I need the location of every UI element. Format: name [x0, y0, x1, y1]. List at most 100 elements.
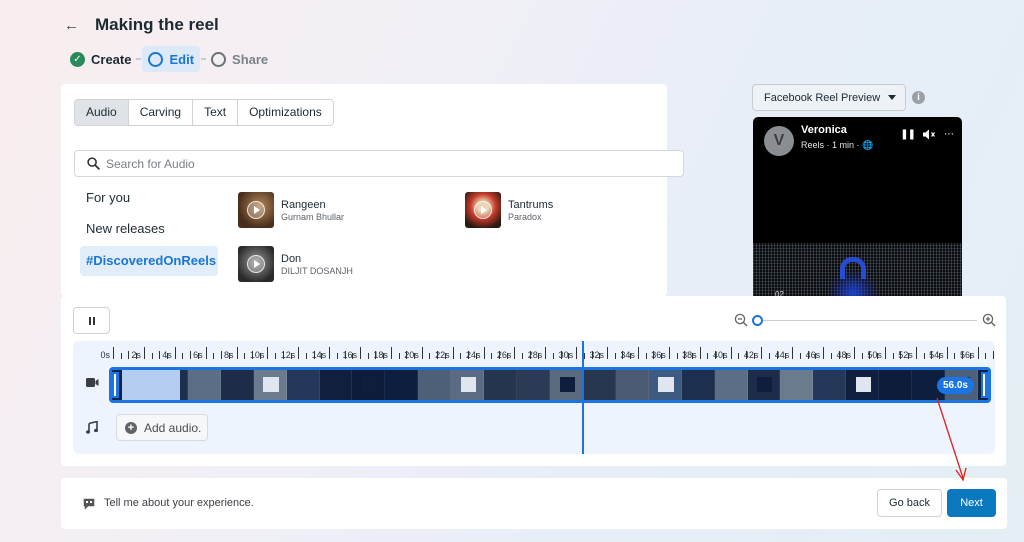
audio-search-box[interactable]	[74, 150, 684, 177]
preview-controls: ❚❚ ⋯	[900, 129, 954, 140]
ruler-tick	[977, 347, 979, 359]
ruler-tick	[398, 353, 400, 359]
category-discovered-on-reels[interactable]: #DiscoveredOnReels	[80, 246, 218, 276]
playhead[interactable]	[582, 341, 585, 454]
check-circle-icon: ✓	[70, 51, 85, 67]
editor-tabs: Audio Carving Text Optimizations	[74, 99, 334, 126]
ruler-tick	[360, 347, 362, 359]
ruler-tick	[128, 351, 130, 359]
lock-graphic	[840, 257, 866, 279]
clip-frame	[187, 370, 221, 400]
zoom-slider-handle[interactable]	[752, 315, 763, 326]
ruler-label: 10s	[249, 350, 265, 360]
ruler-tick	[244, 353, 246, 359]
ruler-tick	[367, 353, 369, 359]
go-back-button[interactable]: Go back	[877, 489, 942, 517]
zoom-in-icon[interactable]	[982, 313, 996, 327]
track-item[interactable]: Rangeen Gurnam Bhullar	[238, 192, 344, 228]
ruler-tick	[699, 347, 701, 359]
zoom-out-icon[interactable]	[734, 313, 748, 327]
ruler-label: 42s	[743, 350, 759, 360]
ruler-label: 36s	[651, 350, 666, 360]
step-label: Create	[91, 51, 132, 67]
ruler-label: 54s	[929, 350, 944, 360]
step-create[interactable]: ✓ Create	[66, 46, 135, 72]
ruler-tick	[923, 353, 925, 359]
add-audio-label: Add audio.	[144, 420, 202, 435]
ruler-label: 12s	[280, 350, 296, 360]
timeline-track-area: 0s 2s 4s 6s 8s 10s 12s 14s 16s 18s 20s 22s 24s 26s 28s…	[73, 341, 995, 454]
ruler-tick	[800, 353, 802, 359]
frame-text-card	[658, 376, 674, 392]
trim-handle-right[interactable]	[981, 372, 988, 398]
ruler-label: 30s	[558, 350, 574, 360]
clip-frame	[714, 370, 748, 400]
post-meta: Reels · 1 min · 🌐	[801, 140, 874, 150]
tab-optimizations[interactable]: Optimizations	[238, 100, 333, 125]
ruler-tick	[576, 347, 578, 359]
ruler-tick	[915, 347, 917, 359]
trimmed-region	[122, 370, 180, 400]
ruler-label: 56s	[960, 350, 975, 360]
next-button[interactable]: Next	[947, 489, 996, 517]
ruler-label: 20s	[404, 350, 419, 360]
clip-frame	[517, 370, 550, 400]
tab-audio[interactable]: Audio	[75, 100, 129, 125]
pause-button[interactable]	[73, 307, 110, 334]
caret-down-icon	[888, 95, 897, 100]
pause-icon-bar	[92, 316, 95, 325]
play-icon[interactable]	[474, 201, 492, 219]
frame-text-card	[263, 376, 279, 392]
tab-carving[interactable]: Carving	[128, 100, 194, 125]
back-arrow-icon[interactable]: ←	[64, 16, 82, 36]
ruler-tick	[329, 347, 331, 359]
tab-text[interactable]: Text	[193, 100, 239, 125]
step-share[interactable]: Share	[207, 46, 272, 72]
ruler-tick	[607, 347, 609, 359]
trim-handle-left[interactable]	[112, 372, 119, 398]
ruler-label: 50s	[867, 350, 882, 360]
preview-type-label: Facebook Reel Preview	[764, 91, 881, 104]
plus-circle-icon: +	[125, 421, 137, 434]
search-icon	[87, 157, 100, 170]
ruler-tick	[668, 347, 670, 359]
play-icon[interactable]	[247, 255, 265, 273]
track-item[interactable]: Tantrums Paradox	[465, 192, 553, 228]
ruler-label: 14s	[311, 350, 327, 360]
info-icon[interactable]: i	[912, 91, 925, 104]
clip-frame	[319, 370, 353, 400]
pause-icon[interactable]: ❚❚	[900, 129, 916, 140]
ruler-label: 38s	[682, 350, 697, 360]
time-ruler[interactable]: 0s 2s 4s 6s 8s 10s 12s 14s 16s 18s 20s 22s 24s 26s 28s…	[100, 341, 994, 363]
feedback-icon[interactable]	[83, 498, 95, 510]
step-label: Edit	[169, 51, 195, 67]
ruler-tick	[884, 347, 886, 359]
video-clip[interactable]: 56.0s	[109, 367, 991, 403]
track-item[interactable]: Don DILJIT DOSANJH	[238, 246, 353, 282]
ruler-label: 6s	[193, 350, 203, 360]
ruler-label: 52s	[898, 350, 913, 360]
play-icon[interactable]	[247, 201, 265, 219]
feedback-link[interactable]: Tell me about your experience.	[104, 497, 254, 509]
ruler-tick	[205, 347, 207, 359]
reel-preview: V Veronica Reels · 1 min · 🌐 ❚❚ ⋯ 02	[753, 117, 962, 297]
circle-icon	[211, 51, 227, 67]
ruler-tick	[429, 353, 431, 359]
ruler-tick	[143, 347, 145, 359]
preview-type-dropdown[interactable]: Facebook Reel Preview	[752, 84, 906, 111]
audio-search-input[interactable]	[106, 156, 666, 171]
ruler-tick	[985, 353, 987, 359]
category-for-you[interactable]: For you	[80, 183, 218, 213]
timeline-panel: 0s 2s 4s 6s 8s 10s 12s 14s 16s 18s 20s 22s 24s 26s 28s…	[61, 296, 1006, 466]
frame-text-card	[855, 376, 872, 392]
clip-frame	[220, 370, 254, 400]
step-edit[interactable]: Edit	[142, 46, 201, 72]
mute-icon[interactable]	[923, 129, 936, 140]
add-audio-button[interactable]: + Add audio.	[116, 414, 208, 441]
ruler-tick	[637, 347, 639, 359]
ruler-tick	[761, 347, 763, 359]
track-artist: Gurnam Bhullar	[281, 211, 345, 222]
more-options-icon[interactable]: ⋯	[944, 129, 954, 140]
zoom-slider-track[interactable]	[757, 320, 977, 321]
category-new-releases[interactable]: New releases	[80, 214, 218, 244]
